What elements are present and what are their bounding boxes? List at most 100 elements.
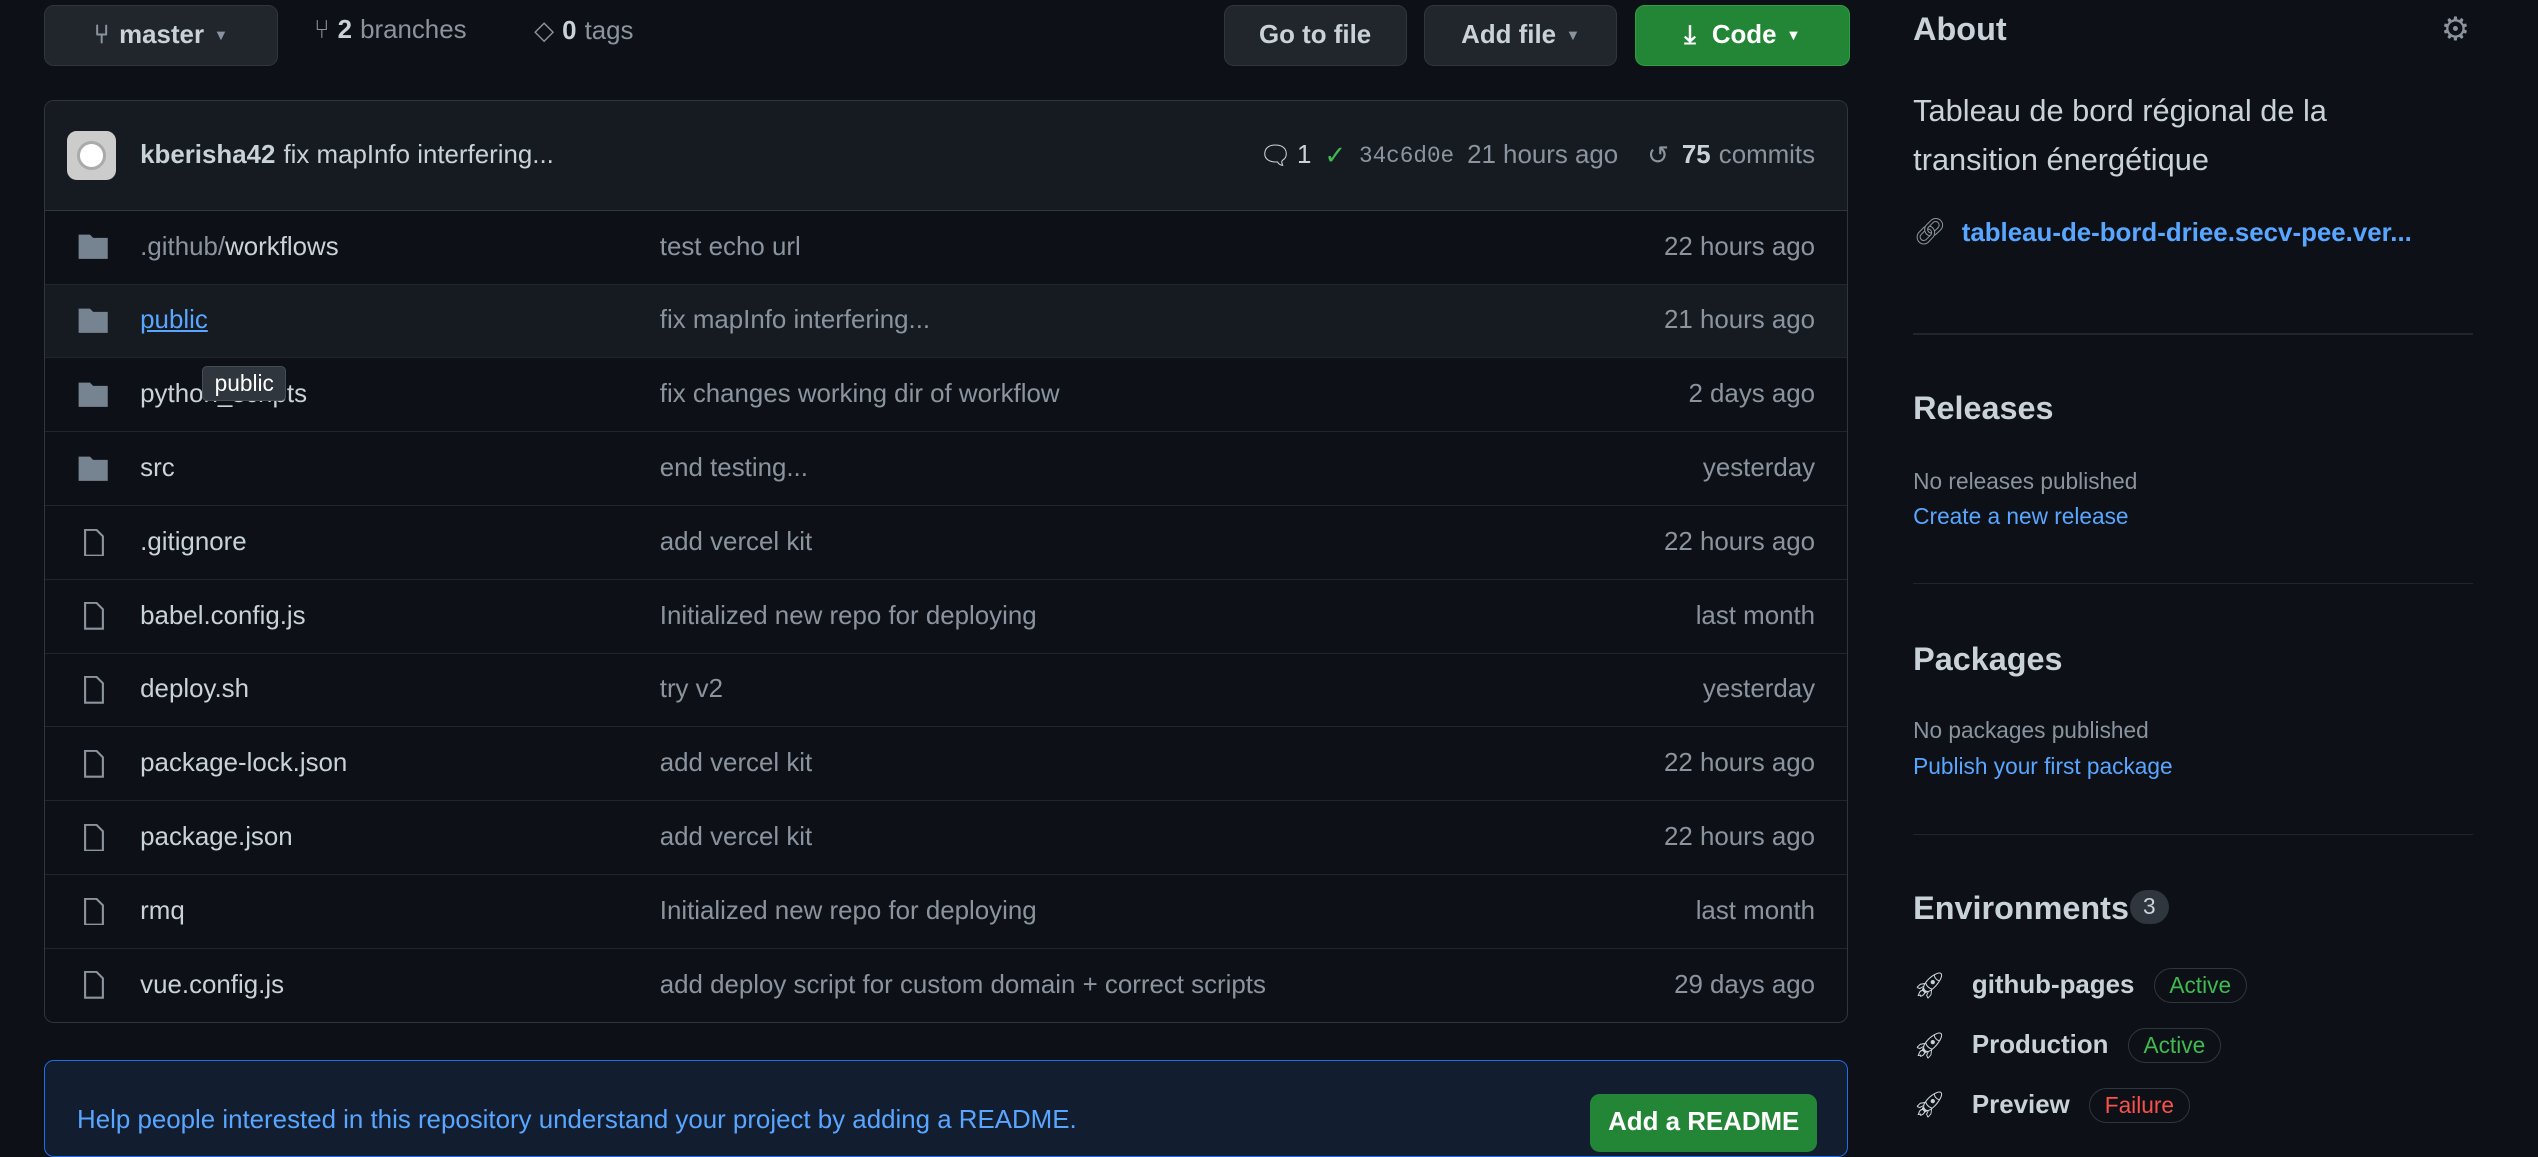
file-row[interactable]: src end testing... yesterday [44, 432, 1848, 506]
environment-status-badge: Failure [2089, 1087, 2190, 1124]
file-name[interactable]: .github/workflows [140, 233, 338, 262]
readme-prompt: Help people interested in this repositor… [77, 1106, 1077, 1135]
file-name[interactable]: vue.config.js [140, 971, 284, 1000]
file-commit-message[interactable]: fix mapInfo interfering... [660, 306, 930, 335]
file-commit-message[interactable]: fix changes working dir of workflow [660, 380, 1060, 409]
file-commit-message[interactable]: add vercel kit [660, 823, 812, 852]
file-commit-time: 22 hours ago [1664, 232, 1816, 261]
tags-label: tags [584, 16, 634, 45]
file-table: kberisha42 fix mapInfo interfering... 🗨 … [43, 100, 1849, 1023]
releases-title[interactable]: Releases [1913, 390, 2053, 427]
latest-commit-bar: kberisha42 fix mapInfo interfering... 🗨 … [44, 101, 1848, 211]
file-name[interactable]: .gitignore [140, 528, 246, 557]
comment-count[interactable]: 1 [1297, 141, 1311, 170]
file-commit-message[interactable]: test echo url [660, 233, 801, 262]
file-commit-time: last month [1695, 896, 1816, 925]
file-commit-message[interactable]: add deploy script for custom domain + co… [660, 971, 1266, 1000]
releases-empty: No releases published [1913, 467, 2138, 494]
file-row[interactable]: vue.config.js add deploy script for custo… [45, 949, 1848, 1022]
file-commit-time: yesterday [1702, 675, 1816, 704]
add-readme-button[interactable]: Add a README [1590, 1093, 1818, 1152]
environment-item[interactable]: 🚀︎ Production Active [1913, 1027, 2221, 1064]
file-name-text: package.json [140, 823, 293, 852]
commit-time: 21 hours ago [1467, 141, 1619, 170]
file-name-text: public [140, 306, 208, 335]
file-commit-time: 21 hours ago [1664, 306, 1816, 335]
environment-name[interactable]: github-pages [1972, 971, 2134, 1000]
file-icon [84, 528, 104, 557]
publish-package-link[interactable]: Publish your first package [1913, 753, 2172, 780]
file-row[interactable]: python_scriptsfix changes working dir of… [44, 358, 1848, 433]
environment-item[interactable]: 🚀︎ github-pages Active [1913, 967, 2247, 1004]
go-to-file-button[interactable]: Go to file [1223, 4, 1407, 67]
environments-title[interactable]: Environments [1913, 890, 2129, 927]
rocket-icon: 🚀︎ [1913, 1091, 1947, 1120]
history-icon: ↺ [1647, 141, 1669, 170]
file-commit-message[interactable]: end testing... [660, 454, 808, 483]
commit-sha[interactable]: 34c6d0e [1359, 143, 1454, 169]
file-commit-time: 22 hours ago [1664, 527, 1816, 556]
divider [1913, 333, 2474, 336]
add-file-label: Add file [1461, 21, 1557, 50]
environment-status-badge: Active [2153, 967, 2247, 1004]
file-row[interactable]: rmq Initialized new repo for deploying las… [44, 875, 1848, 949]
folder-icon [78, 308, 108, 334]
file-name[interactable]: public [140, 306, 208, 335]
download-icon: ⤓ [1684, 20, 1696, 49]
file-icon [84, 750, 104, 778]
file-name[interactable]: rmq [140, 897, 185, 926]
file-commit-time: 22 hours ago [1664, 749, 1816, 778]
environment-item[interactable]: 🚀︎ Preview Failure [1913, 1087, 2190, 1124]
file-name[interactable]: package-lock.json [140, 749, 347, 778]
environment-name[interactable]: Production [1972, 1031, 2109, 1060]
tags-link[interactable]: ◇ 0 tags [534, 16, 633, 46]
packages-title[interactable]: Packages [1913, 641, 2062, 678]
divider [1913, 582, 2474, 585]
file-row[interactable]: .gitignore add vercel kit 22 hours ago [44, 506, 1848, 580]
file-name-text: vue.config.js [140, 971, 285, 1000]
environment-name[interactable]: Preview [1972, 1091, 2070, 1120]
file-name[interactable]: babel.config.js [140, 602, 305, 631]
tag-icon: ◇ [534, 17, 555, 46]
file-commit-message[interactable]: add vercel kit [660, 528, 812, 557]
file-commit-time: 29 days ago [1674, 971, 1816, 1000]
comment-icon: 🗨 [1259, 141, 1293, 170]
code-button[interactable]: ⤓ Code ▼ [1634, 4, 1851, 67]
file-name[interactable]: deploy.sh [140, 675, 249, 704]
branch-icon: ⑂ [93, 21, 110, 50]
commits-count[interactable]: 75 [1682, 141, 1711, 170]
file-name-text: babel.config.js [140, 601, 306, 630]
file-row[interactable]: .github/workflows test echo url 22 hours a… [44, 211, 1848, 285]
file-commit-message[interactable]: Initialized new repo for deploying [660, 602, 1037, 631]
file-name-text: package-lock.json [140, 749, 348, 778]
commit-author[interactable]: kberisha42 [140, 141, 275, 170]
check-icon[interactable]: ✓ [1324, 141, 1346, 171]
file-row[interactable]: babel.config.js Initialized new repo for … [44, 580, 1848, 654]
commits-label[interactable]: commits [1719, 141, 1815, 170]
file-path-prefix: .github/ [140, 232, 226, 261]
file-row[interactable]: package-lock.json add vercel kit 22 hours … [44, 727, 1848, 802]
add-file-button[interactable]: Add file ▼ [1424, 4, 1617, 67]
file-row[interactable]: package.json add vercel kit 22 hours ago [44, 801, 1848, 875]
file-commit-message[interactable]: add vercel kit [660, 749, 812, 778]
create-release-link[interactable]: Create a new release [1913, 503, 2128, 530]
file-icon [84, 602, 104, 630]
homepage-link[interactable]: tableau-de-bord-driee.secv-pee.ver... [1962, 219, 2412, 248]
file-name[interactable]: src [140, 454, 175, 483]
file-commit-message[interactable]: try v2 [660, 675, 723, 704]
environment-status-badge: Active [2127, 1027, 2221, 1064]
file-name-text: src [140, 454, 175, 483]
file-row[interactable]: deploy.sh try v2 yesterday [44, 654, 1848, 728]
file-name[interactable]: package.json [140, 823, 292, 852]
branches-link[interactable]: ⑂ 2 branches [314, 16, 467, 45]
file-commit-message[interactable]: Initialized new repo for deploying [660, 897, 1037, 926]
branch-select[interactable]: ⑂ master ▼ [43, 4, 279, 67]
file-row[interactable]: public fix mapInfo interfering... 21 hours… [44, 284, 1848, 359]
file-commit-time: 22 hours ago [1664, 823, 1816, 852]
commit-message[interactable]: fix mapInfo interfering... [283, 141, 553, 170]
go-to-file-label: Go to file [1259, 21, 1372, 50]
avatar[interactable] [67, 131, 116, 180]
gear-icon[interactable]: ⚙ [2441, 10, 2470, 48]
file-commit-time: yesterday [1702, 454, 1816, 483]
file-icon [84, 897, 104, 926]
